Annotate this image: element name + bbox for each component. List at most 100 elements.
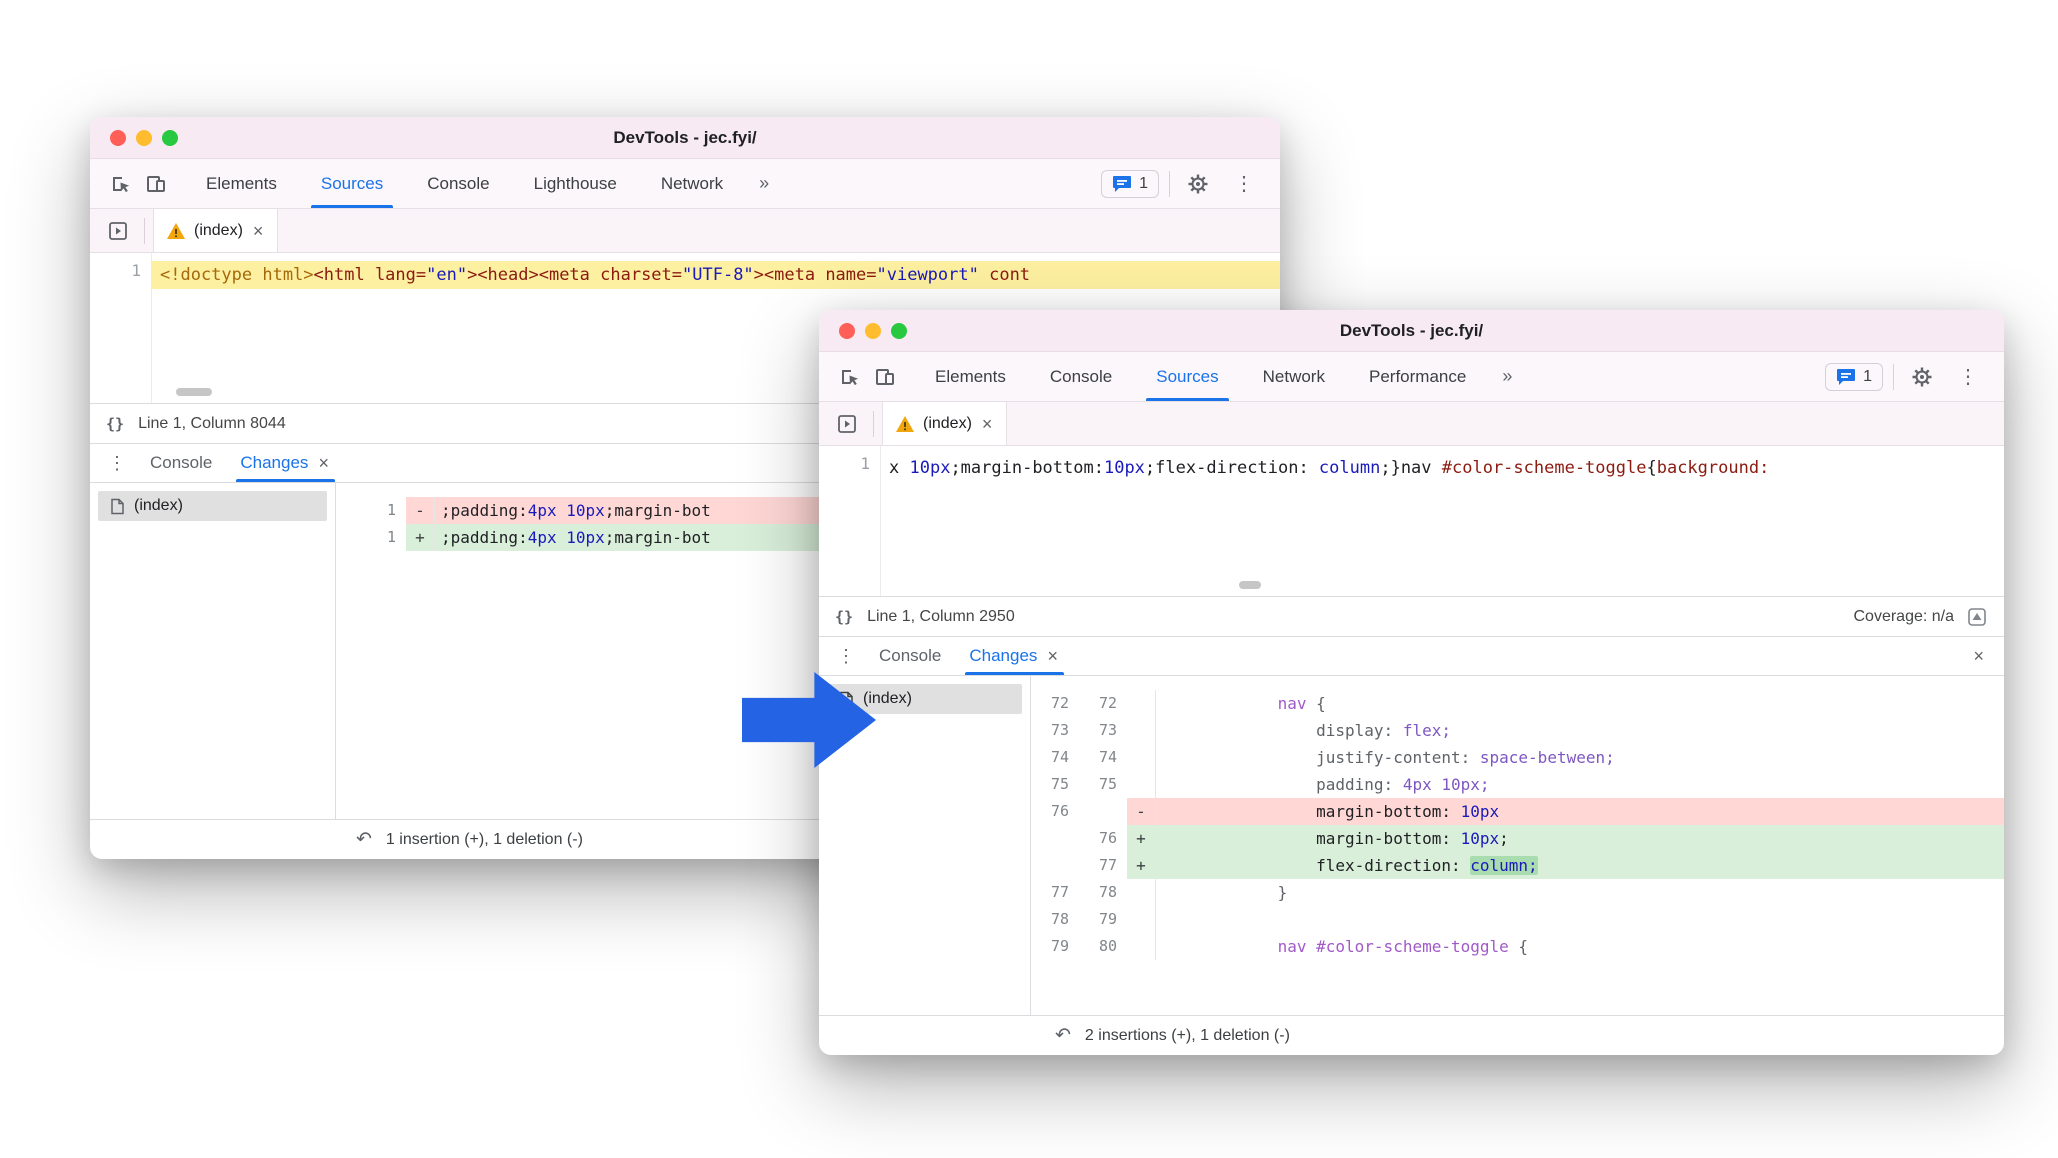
revert-icon[interactable]: ↶ [1055, 1024, 1071, 1047]
tab-sources[interactable]: Sources [299, 159, 405, 208]
revert-icon[interactable]: ↶ [356, 828, 372, 851]
titlebar[interactable]: DevTools - jec.fyi/ [90, 117, 1280, 159]
line-number-gutter: 1 [90, 253, 152, 403]
diff-context-row: 72 72 nav { [1031, 690, 2004, 717]
panel-tabs: Elements Console Sources Network Perform… [913, 352, 1526, 401]
issues-badge[interactable]: 1 [1101, 169, 1159, 198]
issues-badge[interactable]: 1 [1825, 362, 1883, 391]
tab-label: Console [427, 173, 490, 193]
diff-marker [1127, 906, 1155, 933]
kebab-menu-icon[interactable]: ⋮ [1226, 166, 1262, 202]
more-tabs-icon[interactable]: » [745, 159, 783, 208]
new-line-number: 75 [1098, 775, 1117, 793]
kebab-menu-icon[interactable]: ⋮ [1950, 359, 1986, 395]
drawer-tab-label: Console [879, 646, 942, 665]
cursor-position: Line 1, Column 8044 [138, 414, 286, 432]
code-segment: ; [1499, 829, 1509, 848]
horizontal-scrollbar[interactable] [176, 388, 212, 396]
settings-gear-icon[interactable] [1904, 359, 1940, 395]
code-segment: 4px [527, 501, 557, 520]
tab-sources[interactable]: Sources [1134, 352, 1240, 401]
source-editor[interactable]: 1 x 10px;margin-bottom:10px;flex-directi… [819, 446, 2004, 596]
file-tab-index[interactable]: (index) × [882, 402, 1008, 445]
old-line-number: 79 [1050, 937, 1069, 955]
tab-console[interactable]: Console [1028, 352, 1134, 401]
inspect-element-icon[interactable] [102, 166, 138, 202]
close-window-button[interactable] [110, 129, 126, 146]
close-file-tab-icon[interactable]: × [980, 415, 995, 433]
tab-lighthouse[interactable]: Lighthouse [512, 159, 639, 208]
tab-network[interactable]: Network [1241, 352, 1347, 401]
drawer-tab-changes[interactable]: Changes × [955, 637, 1074, 675]
device-toolbar-icon[interactable] [138, 166, 174, 202]
zoom-window-button[interactable] [891, 322, 907, 339]
drawer-tab-changes[interactable]: Changes × [226, 444, 345, 482]
pretty-print-icon[interactable]: {} [106, 415, 124, 433]
code-segment: margin-bottom: [1316, 802, 1461, 821]
diff-deleted-row: 76 - margin-bottom: 10px [1031, 798, 2004, 825]
drawer-tab-console[interactable]: Console [865, 637, 955, 675]
drawer-menu-icon[interactable]: ⋮ [827, 646, 865, 667]
drawer-tab-label: Changes [969, 646, 1038, 665]
close-changes-tab-icon[interactable]: × [316, 454, 331, 472]
filestrip-divider [144, 217, 145, 244]
old-line-number [1031, 852, 1079, 879]
changed-file-label: (index) [863, 690, 912, 707]
minimize-window-button[interactable] [136, 129, 152, 146]
changed-file-label: (index) [134, 497, 183, 514]
close-window-button[interactable] [839, 322, 855, 339]
diff-marker [1127, 717, 1155, 744]
code-segment: { [1306, 694, 1326, 713]
close-drawer-icon[interactable]: × [1971, 647, 1996, 665]
diff-code: display: flex; [1155, 717, 2004, 744]
close-changes-tab-icon[interactable]: × [1045, 647, 1060, 665]
drawer-tab-console[interactable]: Console [136, 444, 226, 482]
titlebar[interactable]: DevTools - jec.fyi/ [819, 310, 2004, 352]
diff-code: margin-bottom: 10px; [1155, 825, 2004, 852]
show-navigator-icon[interactable] [829, 406, 865, 442]
drawer-menu-icon[interactable]: ⋮ [98, 453, 136, 474]
zoom-window-button[interactable] [162, 129, 178, 146]
horizontal-scrollbar[interactable] [1239, 581, 1261, 589]
tab-console[interactable]: Console [405, 159, 511, 208]
changed-files-panel: (index) [90, 483, 336, 819]
code-segment: justify-content: [1316, 748, 1471, 767]
diff-view[interactable]: 72 72 nav { 73 73 display: flex; 74 74 j… [1031, 676, 2004, 1015]
pretty-print-icon[interactable]: {} [835, 608, 853, 626]
diff-code: flex-direction: column; [1155, 852, 2004, 879]
code-segment: ;padding: [441, 528, 528, 547]
tab-label: Sources [1156, 366, 1219, 386]
file-tab-index[interactable]: (index) × [153, 209, 279, 252]
tab-elements[interactable]: Elements [913, 352, 1028, 401]
file-tab-label: (index) [194, 221, 243, 239]
show-navigator-icon[interactable] [100, 213, 136, 249]
warning-icon [896, 415, 914, 432]
line-number: 1 [386, 501, 396, 519]
close-file-tab-icon[interactable]: × [251, 222, 266, 240]
code-segment: <html lang= [313, 265, 427, 285]
coverage-icon[interactable] [1966, 606, 1988, 628]
device-toolbar-icon[interactable] [867, 359, 903, 395]
tab-elements[interactable]: Elements [184, 159, 299, 208]
diff-code: nav #color-scheme-toggle { [1155, 933, 2004, 960]
code-segment: background: [1656, 458, 1770, 478]
highlighted-source-line: <!doctype html><html lang="en"><head><me… [152, 261, 1280, 289]
tab-performance[interactable]: Performance [1347, 352, 1488, 401]
new-line-number: 78 [1098, 883, 1117, 901]
minimize-window-button[interactable] [865, 322, 881, 339]
editor-status-bar: {} Line 1, Column 2950 Coverage: n/a [819, 596, 2004, 636]
code-segment: ;}nav [1380, 458, 1442, 478]
issues-chat-icon [1113, 175, 1132, 192]
old-line-number [1031, 825, 1079, 852]
settings-gear-icon[interactable] [1180, 166, 1216, 202]
devtools-window-front: DevTools - jec.fyi/ Elements Console Sou… [819, 310, 2004, 1055]
changed-file-item[interactable]: (index) [98, 491, 327, 521]
more-tabs-icon[interactable]: » [1488, 352, 1526, 401]
inspect-element-icon[interactable] [831, 359, 867, 395]
tab-network[interactable]: Network [639, 159, 745, 208]
code-segment: space-between; [1470, 748, 1615, 767]
code-segment: x [889, 458, 910, 478]
